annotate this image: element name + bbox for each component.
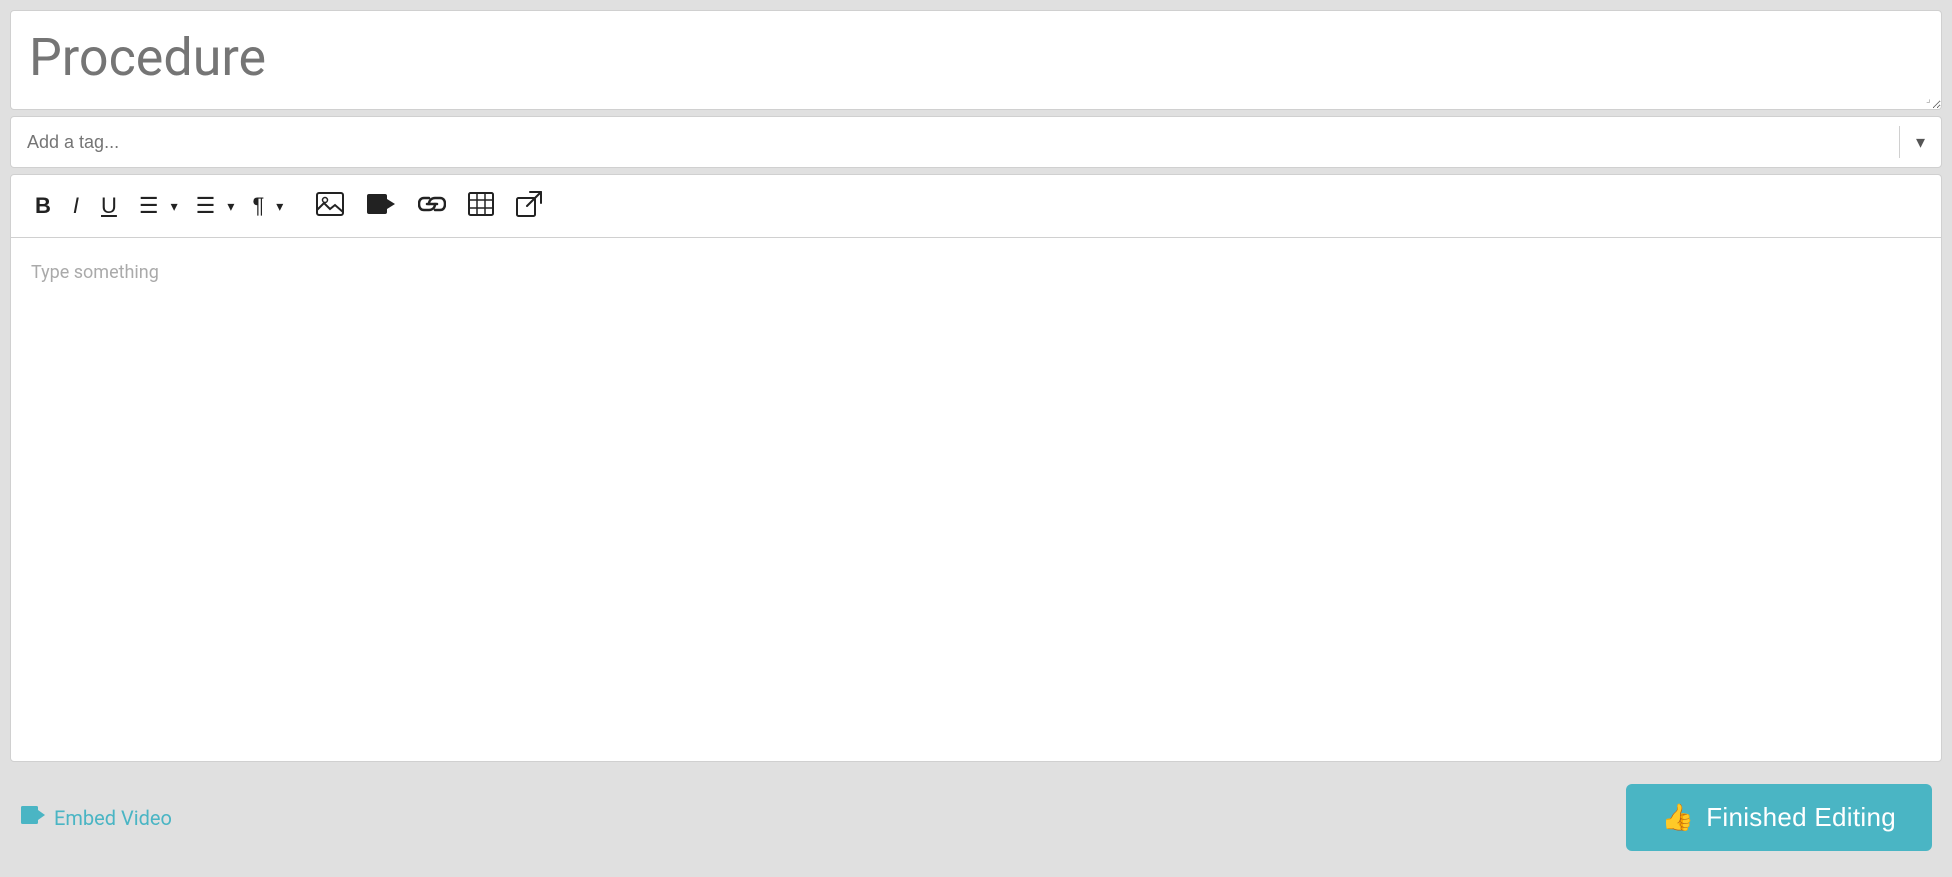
unordered-list-dropdown[interactable]: ▾ <box>223 192 238 221</box>
bold-icon: B <box>35 195 51 217</box>
unordered-list-group: ☰ ▾ <box>188 189 239 223</box>
finished-editing-label: Finished Editing <box>1706 802 1896 833</box>
footer-bar: Embed Video 👍 Finished Editing <box>10 768 1942 867</box>
image-button[interactable] <box>308 186 352 226</box>
resize-handle: ⌟ <box>1926 94 1938 106</box>
title-area: ⌟ <box>10 10 1942 110</box>
paragraph-group: ¶ ▾ <box>244 189 287 223</box>
link-button[interactable] <box>410 188 454 224</box>
tag-dropdown-button[interactable]: ▾ <box>1900 117 1941 167</box>
tag-area: ▾ <box>10 116 1942 168</box>
italic-icon: I <box>73 195 79 217</box>
editor-content[interactable]: Type something <box>11 238 1941 761</box>
ordered-list-dropdown[interactable]: ▾ <box>167 192 182 221</box>
thumbs-up-icon: 👍 <box>1662 802 1695 833</box>
editor-placeholder: Type something <box>31 262 159 283</box>
tag-input[interactable] <box>11 117 1899 167</box>
embed-video-label: Embed Video <box>54 806 172 830</box>
external-link-button[interactable] <box>508 185 550 227</box>
editor-area: B I U ☰ ▾ ☰ ▾ ¶ ▾ <box>10 174 1942 762</box>
unordered-list-icon: ☰ <box>196 195 216 217</box>
toolbar-separator-1 <box>297 192 298 220</box>
video-icon <box>366 193 396 219</box>
embed-video-link[interactable]: Embed Video <box>20 805 172 831</box>
paragraph-icon: ¶ <box>252 195 264 217</box>
finished-editing-button[interactable]: 👍 Finished Editing <box>1626 784 1932 851</box>
ordered-list-button[interactable]: ☰ <box>131 189 167 223</box>
paragraph-dropdown[interactable]: ▾ <box>272 192 287 221</box>
title-input[interactable] <box>29 27 1923 89</box>
table-button[interactable] <box>460 186 502 226</box>
video-button[interactable] <box>358 187 404 225</box>
embed-video-icon <box>20 805 46 831</box>
editor-toolbar: B I U ☰ ▾ ☰ ▾ ¶ ▾ <box>11 175 1941 238</box>
paragraph-button[interactable]: ¶ <box>244 189 272 223</box>
unordered-list-button[interactable]: ☰ <box>188 189 224 223</box>
image-icon <box>316 192 344 220</box>
underline-button[interactable]: U <box>93 189 125 223</box>
ordered-list-icon: ☰ <box>139 195 159 217</box>
italic-button[interactable]: I <box>65 189 87 223</box>
table-icon <box>468 192 494 220</box>
underline-icon: U <box>101 195 117 217</box>
ordered-list-group: ☰ ▾ <box>131 189 182 223</box>
link-icon <box>418 194 446 218</box>
bold-button[interactable]: B <box>27 189 59 223</box>
external-link-icon <box>516 191 542 221</box>
